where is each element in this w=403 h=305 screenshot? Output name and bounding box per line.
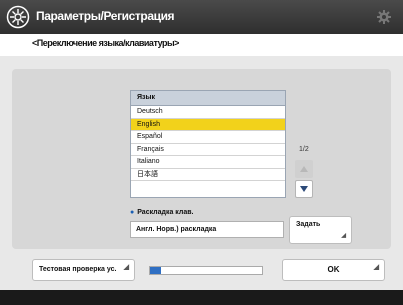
keyboard-layout-field: Англ. Норв.) раскладка xyxy=(130,221,284,238)
language-item-deutsch[interactable]: Deutsch xyxy=(131,106,285,119)
language-list-header: Язык xyxy=(131,91,285,106)
page-indicator: 1/2 xyxy=(299,146,309,153)
language-item-italiano[interactable]: Italiano xyxy=(131,156,285,169)
corner-arrow-icon: ◢ xyxy=(123,264,129,271)
progress-fill xyxy=(150,267,162,274)
progress-bar xyxy=(149,266,263,275)
ok-button[interactable]: OK ◢ xyxy=(282,259,385,281)
bullet-icon: ● xyxy=(130,209,135,216)
scroll-down-button[interactable] xyxy=(295,180,313,198)
language-item-francais[interactable]: Français xyxy=(131,144,285,156)
arrow-down-icon xyxy=(300,186,308,192)
language-list: Язык Deutsch English Español Français It… xyxy=(130,90,286,198)
test-button[interactable]: Тестовая проверка ус. ◢ xyxy=(32,259,135,281)
settings-logo-icon xyxy=(6,5,30,29)
language-item-japanese[interactable]: 日本語 xyxy=(131,169,285,181)
language-item-english[interactable]: English xyxy=(131,118,285,131)
language-item-espanol[interactable]: Español xyxy=(131,131,285,144)
page-title: Параметры/Регистрация xyxy=(36,9,175,23)
gear-icon[interactable] xyxy=(376,9,392,25)
set-layout-button-label: Задать xyxy=(296,221,321,228)
scroll-up-button[interactable] xyxy=(295,160,313,178)
test-button-label: Тестовая проверка ус. xyxy=(39,266,117,273)
title-bar: Параметры/Регистрация xyxy=(0,0,403,34)
keyboard-layout-label: ● Раскладка клав. xyxy=(130,209,194,216)
page-subtitle: <Переключение языка/клавиатуры> xyxy=(32,38,179,48)
bottom-bar xyxy=(0,290,403,305)
corner-arrow-icon: ◢ xyxy=(341,233,346,239)
corner-arrow-icon: ◢ xyxy=(373,264,379,271)
arrow-up-icon xyxy=(300,166,308,172)
set-layout-button[interactable]: Задать ◢ xyxy=(289,216,352,244)
keyboard-layout-label-text: Раскладка клав. xyxy=(137,209,194,216)
ok-button-label: OK xyxy=(327,265,340,274)
